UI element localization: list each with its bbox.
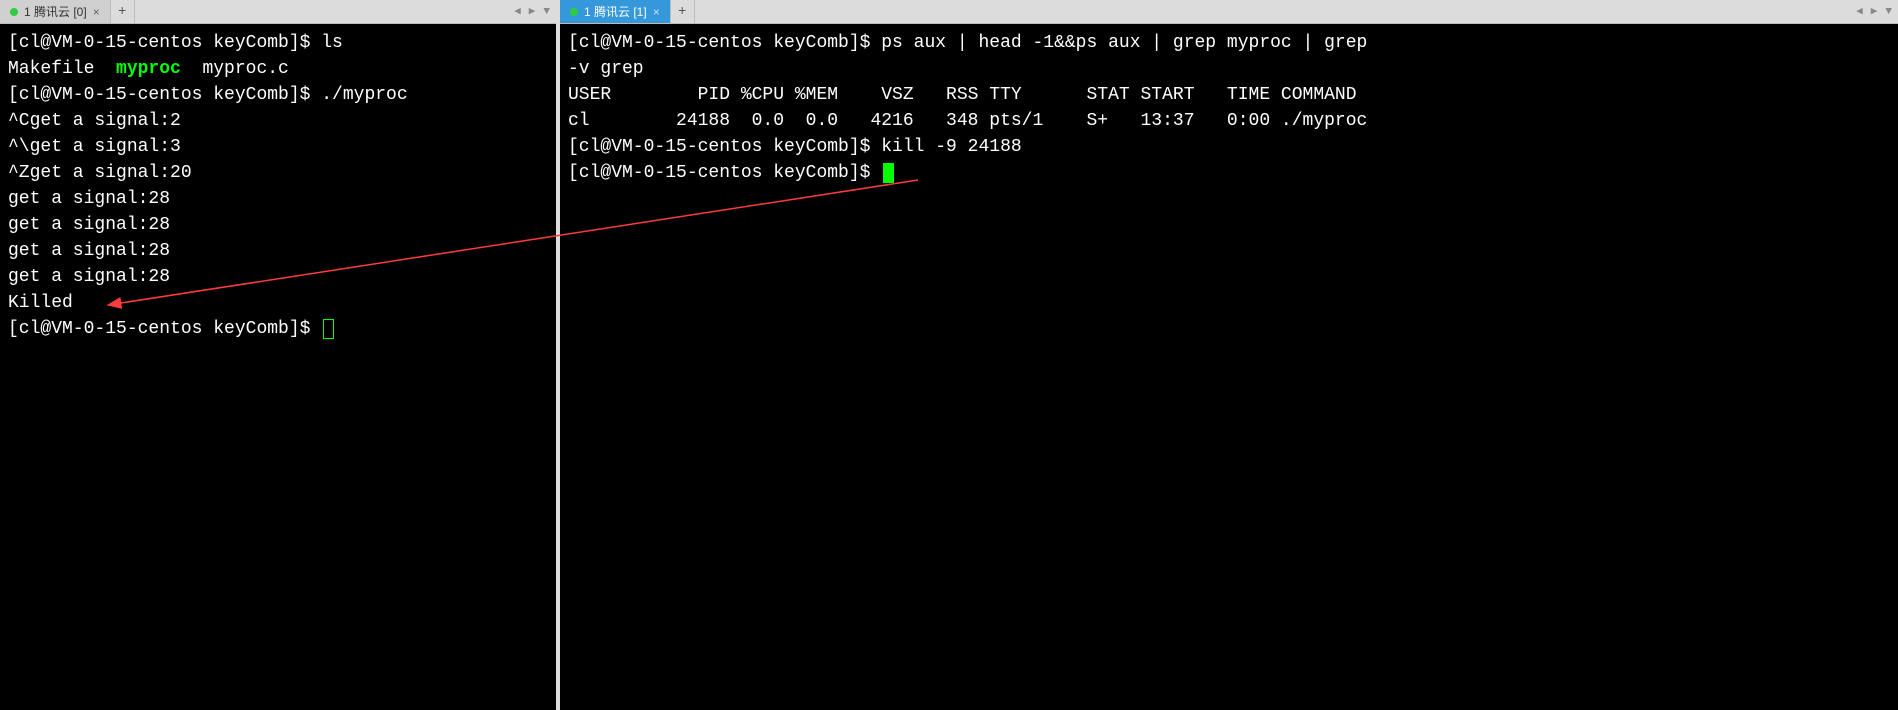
terminal-text: get a signal:28 — [8, 267, 170, 287]
add-tab-button[interactable]: + — [111, 0, 135, 23]
status-dot-icon — [570, 8, 578, 16]
terminal-text: -v grep — [568, 59, 644, 79]
terminal-line: get a signal:28 — [8, 264, 548, 290]
terminal-line: -v grep — [568, 56, 1890, 82]
plus-icon: + — [118, 0, 126, 25]
terminal-text: USER PID %CPU %MEM VSZ RSS TTY STAT STAR… — [568, 85, 1357, 105]
terminal-line: Makefile myproc myproc.c — [8, 56, 548, 82]
close-icon[interactable]: × — [93, 0, 100, 25]
chevron-left-icon[interactable]: ◀ — [514, 0, 521, 25]
chevron-down-icon[interactable]: ▼ — [1885, 0, 1892, 25]
tabbar-spacer — [695, 0, 1850, 23]
plus-icon: + — [678, 0, 686, 25]
terminal-line: [cl@VM-0-15-centos keyComb]$ — [568, 160, 1890, 186]
terminal-text: [cl@VM-0-15-centos keyComb]$ — [8, 319, 321, 339]
terminal-line: Killed — [8, 290, 548, 316]
terminal-text: Makefile — [8, 59, 116, 79]
terminal-text: [cl@VM-0-15-centos keyComb]$ — [568, 163, 881, 183]
chevron-down-icon[interactable]: ▼ — [543, 0, 550, 25]
terminal-text: [cl@VM-0-15-centos keyComb]$ ./myproc — [8, 85, 408, 105]
terminal-line: ^Zget a signal:20 — [8, 160, 548, 186]
tabbar-spacer — [135, 0, 508, 23]
terminal-line: [cl@VM-0-15-centos keyComb]$ ./myproc — [8, 82, 548, 108]
tabbar-nav: ◀ ▶ ▼ — [1850, 0, 1898, 23]
chevron-right-icon[interactable]: ▶ — [1871, 0, 1878, 25]
terminal-text: myproc — [116, 59, 181, 79]
tab-right-0[interactable]: 1 腾讯云 [1] × — [560, 0, 671, 23]
status-dot-icon — [10, 8, 18, 16]
terminal-line: [cl@VM-0-15-centos keyComb]$ kill -9 241… — [568, 134, 1890, 160]
tab-label: 1 腾讯云 [0] — [24, 0, 87, 25]
left-pane: 1 腾讯云 [0] × + ◀ ▶ ▼ [cl@VM-0-15-centos k… — [0, 0, 556, 710]
tab-label: 1 腾讯云 [1] — [584, 0, 647, 25]
left-tabbar: 1 腾讯云 [0] × + ◀ ▶ ▼ — [0, 0, 556, 24]
cursor-icon — [323, 319, 334, 339]
tab-left-0[interactable]: 1 腾讯云 [0] × — [0, 0, 111, 23]
cursor-icon — [883, 163, 894, 183]
terminal-text: ^Cget a signal:2 — [8, 111, 181, 131]
terminal-line: [cl@VM-0-15-centos keyComb]$ — [8, 316, 548, 342]
terminal-text: [cl@VM-0-15-centos keyComb]$ kill -9 241… — [568, 137, 1022, 157]
tabbar-nav: ◀ ▶ ▼ — [508, 0, 556, 23]
terminal-line: get a signal:28 — [8, 238, 548, 264]
terminal-left[interactable]: [cl@VM-0-15-centos keyComb]$ ls Makefile … — [0, 24, 556, 710]
terminal-text: get a signal:28 — [8, 189, 170, 209]
terminal-line: ^\get a signal:3 — [8, 134, 548, 160]
terminal-line: get a signal:28 — [8, 212, 548, 238]
right-tabbar: 1 腾讯云 [1] × + ◀ ▶ ▼ — [560, 0, 1898, 24]
terminal-text: get a signal:28 — [8, 215, 170, 235]
chevron-right-icon[interactable]: ▶ — [529, 0, 536, 25]
terminal-text: ^Zget a signal:20 — [8, 163, 192, 183]
chevron-left-icon[interactable]: ◀ — [1856, 0, 1863, 25]
terminal-text: [cl@VM-0-15-centos keyComb]$ ps aux | he… — [568, 33, 1378, 53]
terminal-text: cl 24188 0.0 0.0 4216 348 pts/1 S+ 13:37… — [568, 111, 1367, 131]
add-tab-button[interactable]: + — [671, 0, 695, 23]
terminal-text: get a signal:28 — [8, 241, 170, 261]
terminal-line: [cl@VM-0-15-centos keyComb]$ ps aux | he… — [568, 30, 1890, 56]
terminal-text: Killed — [8, 293, 73, 313]
terminal-line: cl 24188 0.0 0.0 4216 348 pts/1 S+ 13:37… — [568, 108, 1890, 134]
close-icon[interactable]: × — [653, 0, 660, 25]
terminal-line: [cl@VM-0-15-centos keyComb]$ ls — [8, 30, 548, 56]
terminal-text: myproc.c — [181, 59, 289, 79]
right-pane: 1 腾讯云 [1] × + ◀ ▶ ▼ [cl@VM-0-15-centos k… — [560, 0, 1898, 710]
terminal-text: ^\get a signal:3 — [8, 137, 181, 157]
terminal-line: ^Cget a signal:2 — [8, 108, 548, 134]
terminal-right[interactable]: [cl@VM-0-15-centos keyComb]$ ps aux | he… — [560, 24, 1898, 710]
terminal-line: get a signal:28 — [8, 186, 548, 212]
terminal-text: [cl@VM-0-15-centos keyComb]$ ls — [8, 33, 343, 53]
terminal-line: USER PID %CPU %MEM VSZ RSS TTY STAT STAR… — [568, 82, 1890, 108]
